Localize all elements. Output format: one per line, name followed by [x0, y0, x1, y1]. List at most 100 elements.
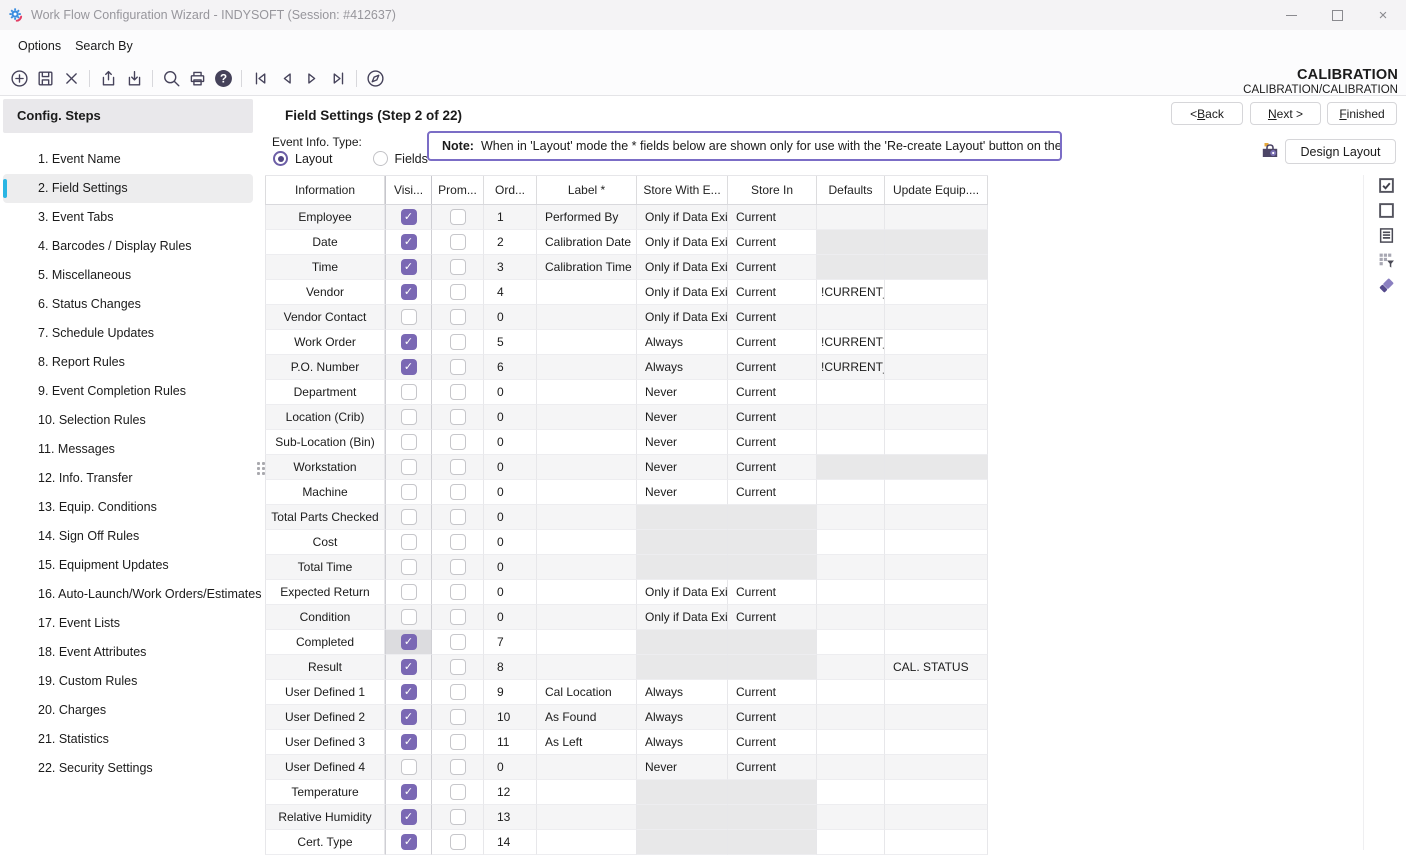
cell-label[interactable]: As Found [537, 705, 637, 730]
prompt-checkbox-cell[interactable] [432, 705, 484, 730]
visible-checkbox[interactable] [401, 759, 417, 775]
cell-store-in[interactable]: Current [728, 355, 817, 380]
cell-order[interactable]: 5 [484, 330, 537, 355]
visible-checkbox[interactable]: ✓ [401, 709, 417, 725]
cell-order[interactable]: 0 [484, 505, 537, 530]
prompt-checkbox[interactable] [450, 559, 466, 575]
sidebar-item-step-2[interactable]: 2. Field Settings [3, 174, 253, 203]
visible-checkbox-cell[interactable]: ✓ [385, 805, 432, 830]
cell-defaults[interactable] [817, 230, 885, 255]
cell-order[interactable]: 0 [484, 755, 537, 780]
cell-order[interactable]: 0 [484, 305, 537, 330]
cell-information[interactable]: Expected Return [265, 580, 385, 605]
column-header[interactable]: Update Equip.... [885, 176, 988, 204]
cell-defaults[interactable] [817, 655, 885, 680]
prompt-checkbox-cell[interactable] [432, 830, 484, 855]
visible-checkbox-cell[interactable]: ✓ [385, 655, 432, 680]
cell-store-with[interactable] [637, 530, 728, 555]
visible-checkbox[interactable]: ✓ [401, 284, 417, 300]
column-header[interactable]: Label * [537, 176, 637, 204]
visible-checkbox[interactable] [401, 534, 417, 550]
cell-store-in[interactable]: Current [728, 480, 817, 505]
prompt-checkbox-cell[interactable] [432, 630, 484, 655]
cell-information[interactable]: Sub-Location (Bin) [265, 430, 385, 455]
prompt-checkbox-cell[interactable] [432, 480, 484, 505]
cell-label[interactable] [537, 630, 637, 655]
cell-defaults[interactable] [817, 780, 885, 805]
save-icon[interactable] [32, 65, 58, 91]
cell-label[interactable] [537, 530, 637, 555]
sidebar-item-step-12[interactable]: 12. Info. Transfer [3, 464, 253, 493]
prompt-checkbox[interactable] [450, 459, 466, 475]
cell-label[interactable] [537, 330, 637, 355]
prompt-checkbox-cell[interactable] [432, 205, 484, 230]
cell-label[interactable] [537, 605, 637, 630]
cell-update-equipment[interactable] [885, 480, 988, 505]
cell-store-in[interactable] [728, 505, 817, 530]
prompt-checkbox[interactable] [450, 809, 466, 825]
cell-information[interactable]: Date [265, 230, 385, 255]
cell-information[interactable]: Employee [265, 205, 385, 230]
cell-defaults[interactable] [817, 630, 885, 655]
menu-options[interactable]: Options [11, 35, 68, 57]
visible-checkbox-cell[interactable] [385, 480, 432, 505]
visible-checkbox-cell[interactable] [385, 505, 432, 530]
visible-checkbox-cell[interactable]: ✓ [385, 830, 432, 855]
prompt-checkbox-cell[interactable] [432, 380, 484, 405]
cell-label[interactable]: As Left [537, 730, 637, 755]
visible-checkbox[interactable]: ✓ [401, 634, 417, 650]
prompt-checkbox-cell[interactable] [432, 680, 484, 705]
prompt-checkbox[interactable] [450, 784, 466, 800]
cell-update-equipment[interactable] [885, 430, 988, 455]
cell-update-equipment[interactable] [885, 555, 988, 580]
check-all-icon[interactable] [1377, 176, 1395, 194]
cell-store-in[interactable]: Current [728, 730, 817, 755]
prompt-checkbox[interactable] [450, 334, 466, 350]
prompt-checkbox-cell[interactable] [432, 455, 484, 480]
visible-checkbox[interactable] [401, 409, 417, 425]
cell-information[interactable]: Temperature [265, 780, 385, 805]
search-icon[interactable] [158, 65, 184, 91]
cell-defaults[interactable] [817, 205, 885, 230]
prompt-checkbox[interactable] [450, 359, 466, 375]
visible-checkbox[interactable] [401, 434, 417, 450]
cell-label[interactable] [537, 430, 637, 455]
column-header[interactable]: Defaults [817, 176, 885, 204]
finished-button[interactable]: Finished [1327, 102, 1397, 125]
sidebar-item-step-19[interactable]: 19. Custom Rules [3, 667, 253, 696]
visible-checkbox[interactable]: ✓ [401, 834, 417, 850]
previous-icon[interactable] [273, 65, 299, 91]
cell-store-in[interactable]: Current [728, 330, 817, 355]
cell-label[interactable]: Performed By [537, 205, 637, 230]
cell-order[interactable]: 0 [484, 430, 537, 455]
sidebar-item-step-16[interactable]: 16. Auto-Launch/Work Orders/Estimates [3, 580, 253, 609]
cell-update-equipment[interactable] [885, 530, 988, 555]
cell-store-with[interactable]: Never [637, 380, 728, 405]
prompt-checkbox-cell[interactable] [432, 255, 484, 280]
print-icon[interactable] [184, 65, 210, 91]
maximize-button[interactable] [1314, 0, 1360, 30]
visible-checkbox-cell[interactable]: ✓ [385, 680, 432, 705]
cell-order[interactable]: 0 [484, 605, 537, 630]
cell-store-in[interactable] [728, 630, 817, 655]
export-icon[interactable] [95, 65, 121, 91]
cell-information[interactable]: Relative Humidity [265, 805, 385, 830]
prompt-checkbox-cell[interactable] [432, 655, 484, 680]
sidebar-item-step-4[interactable]: 4. Barcodes / Display Rules [3, 232, 253, 261]
cell-store-with[interactable]: Always [637, 330, 728, 355]
cell-order[interactable]: 6 [484, 355, 537, 380]
cell-order[interactable]: 10 [484, 705, 537, 730]
column-header[interactable]: Store With E... [637, 176, 728, 204]
visible-checkbox-cell[interactable] [385, 755, 432, 780]
cell-store-in[interactable]: Current [728, 455, 817, 480]
last-icon[interactable] [325, 65, 351, 91]
visible-checkbox-cell[interactable] [385, 605, 432, 630]
cell-update-equipment[interactable] [885, 355, 988, 380]
prompt-checkbox-cell[interactable] [432, 355, 484, 380]
visible-checkbox-cell[interactable]: ✓ [385, 705, 432, 730]
cell-label[interactable] [537, 805, 637, 830]
cell-update-equipment[interactable] [885, 830, 988, 855]
sidebar-item-step-5[interactable]: 5. Miscellaneous [3, 261, 253, 290]
prompt-checkbox-cell[interactable] [432, 780, 484, 805]
prompt-checkbox-cell[interactable] [432, 230, 484, 255]
